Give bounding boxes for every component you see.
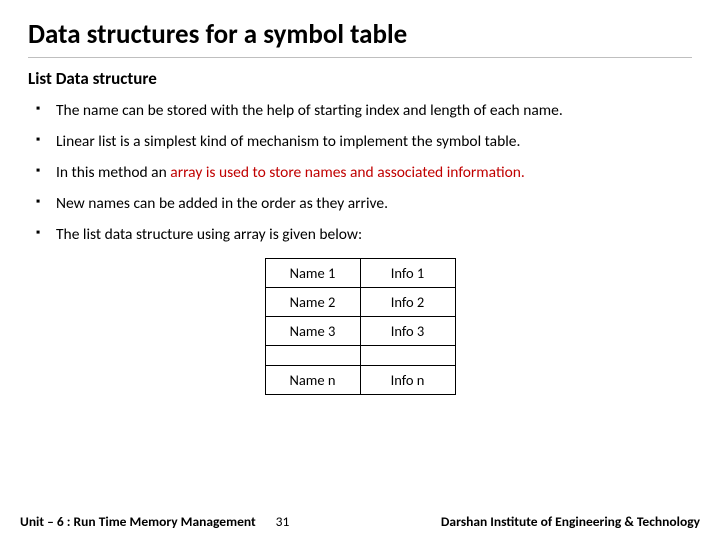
slide-title: Data structures for a symbol table [28,18,692,58]
table-row: Name 3 Info 3 [265,316,455,345]
footer: Unit – 6 : Run Time Memory Management 31… [0,513,720,530]
bullet-item: The list data structure using array is g… [34,225,692,246]
table-cell: Name n [265,365,360,394]
bullet-item: The name can be stored with the help of … [34,101,692,122]
table-row: Name 1 Info 1 [265,258,455,287]
bullet-item: Linear list is a simplest kind of mechan… [34,132,692,153]
table-row: Name 2 Info 2 [265,287,455,316]
footer-unit: Unit – 6 : Run Time Memory Management [20,513,256,530]
bullet-item: In this method an array is used to store… [34,163,692,184]
bullet-list: The name can be stored with the help of … [28,101,692,246]
bullet-text: In this method an [56,163,170,182]
table-cell [265,345,360,365]
table-cell: Info 2 [360,287,455,316]
bullet-highlight: array is used to store names and associa… [170,163,525,182]
slide: Data structures for a symbol table List … [0,0,720,395]
symbol-table: Name 1 Info 1 Name 2 Info 2 Name 3 Info … [265,258,456,395]
table-row: Name n Info n [265,365,455,394]
table-cell: Info 1 [360,258,455,287]
table-cell: Name 3 [265,316,360,345]
table-cell: Info n [360,365,455,394]
table-cell: Info 3 [360,316,455,345]
footer-institute: Darshan Institute of Engineering & Techn… [309,513,700,530]
table-cell: Name 2 [265,287,360,316]
table-cell [360,345,455,365]
table-wrap: Name 1 Info 1 Name 2 Info 2 Name 3 Info … [28,258,692,395]
table-cell: Name 1 [265,258,360,287]
bullet-item: New names can be added in the order as t… [34,194,692,215]
slide-subtitle: List Data structure [28,68,692,89]
footer-page-number: 31 [276,513,290,530]
table-row-blank [265,345,455,365]
